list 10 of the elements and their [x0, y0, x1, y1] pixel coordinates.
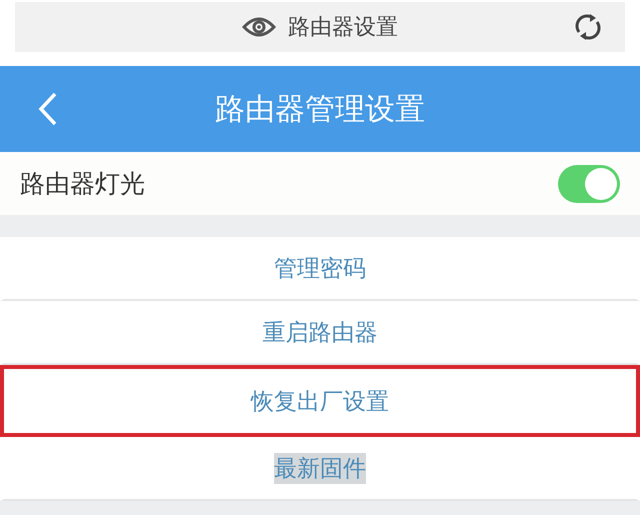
header-title: 路由器管理设置 — [215, 90, 425, 128]
page-title: 路由器设置 — [288, 14, 398, 42]
eye-icon — [242, 17, 276, 37]
row-label: 路由器灯光 — [20, 168, 145, 200]
menu-item[interactable]: 管理密码 — [0, 237, 640, 301]
back-icon[interactable] — [38, 92, 58, 126]
menu-item[interactable]: 重启路由器 — [0, 301, 640, 365]
menu-item[interactable]: 恢复出厂设置 — [0, 365, 640, 437]
refresh-icon[interactable] — [573, 12, 603, 42]
toggle-switch[interactable] — [558, 164, 620, 202]
